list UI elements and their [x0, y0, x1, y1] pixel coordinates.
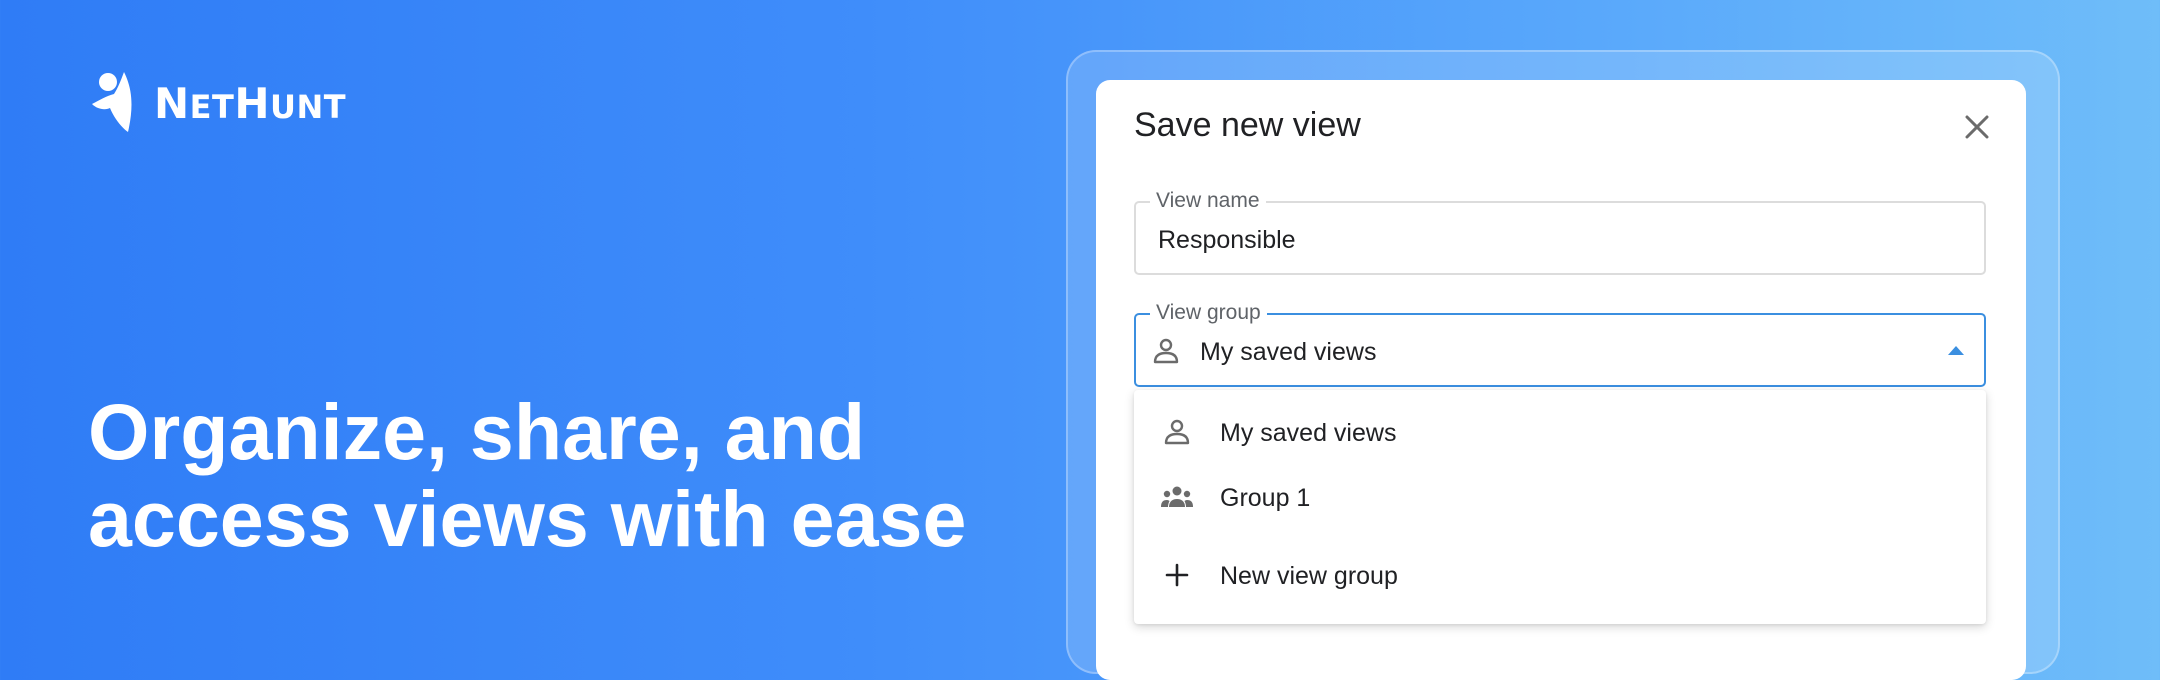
person-icon — [1164, 419, 1190, 445]
menu-item-group-1[interactable]: Group 1 — [1134, 467, 1986, 527]
plus-icon — [1165, 563, 1189, 587]
dialog-title: Save new view — [1134, 106, 1361, 144]
save-view-dialog: Save new view View name Responsible View… — [1096, 80, 2026, 680]
close-icon[interactable] — [1962, 112, 1992, 142]
view-group-label: View group — [1150, 300, 1267, 326]
headline: Organize, share, and access views with e… — [88, 388, 988, 562]
view-name-field[interactable]: View name Responsible — [1134, 188, 1986, 275]
menu-item-new-view-group[interactable]: New view group — [1134, 545, 1986, 605]
menu-item-my-saved-views[interactable]: My saved views — [1134, 402, 1986, 462]
view-group-value: My saved views — [1200, 338, 1377, 366]
caret-up-icon[interactable] — [1948, 345, 1964, 355]
person-icon — [1153, 338, 1179, 364]
brand-name: NETHUNT — [154, 78, 347, 128]
view-group-dropdown: My saved views Group 1 New view group — [1134, 390, 1986, 624]
headline-line-2: access views with ease — [88, 474, 967, 563]
headline-line-1: Organize, share, and — [88, 387, 866, 476]
brand-logo: NETHUNT — [88, 70, 346, 136]
group-icon — [1161, 486, 1193, 507]
nethunt-logo-icon — [92, 72, 132, 132]
view-name-label: View name — [1150, 188, 1266, 214]
view-name-value[interactable]: Responsible — [1158, 226, 1296, 255]
menu-item-label: Group 1 — [1220, 484, 1311, 512]
menu-item-label: New view group — [1220, 562, 1398, 590]
menu-item-label: My saved views — [1220, 419, 1397, 447]
view-group-select[interactable]: View group My saved views — [1134, 300, 1986, 387]
